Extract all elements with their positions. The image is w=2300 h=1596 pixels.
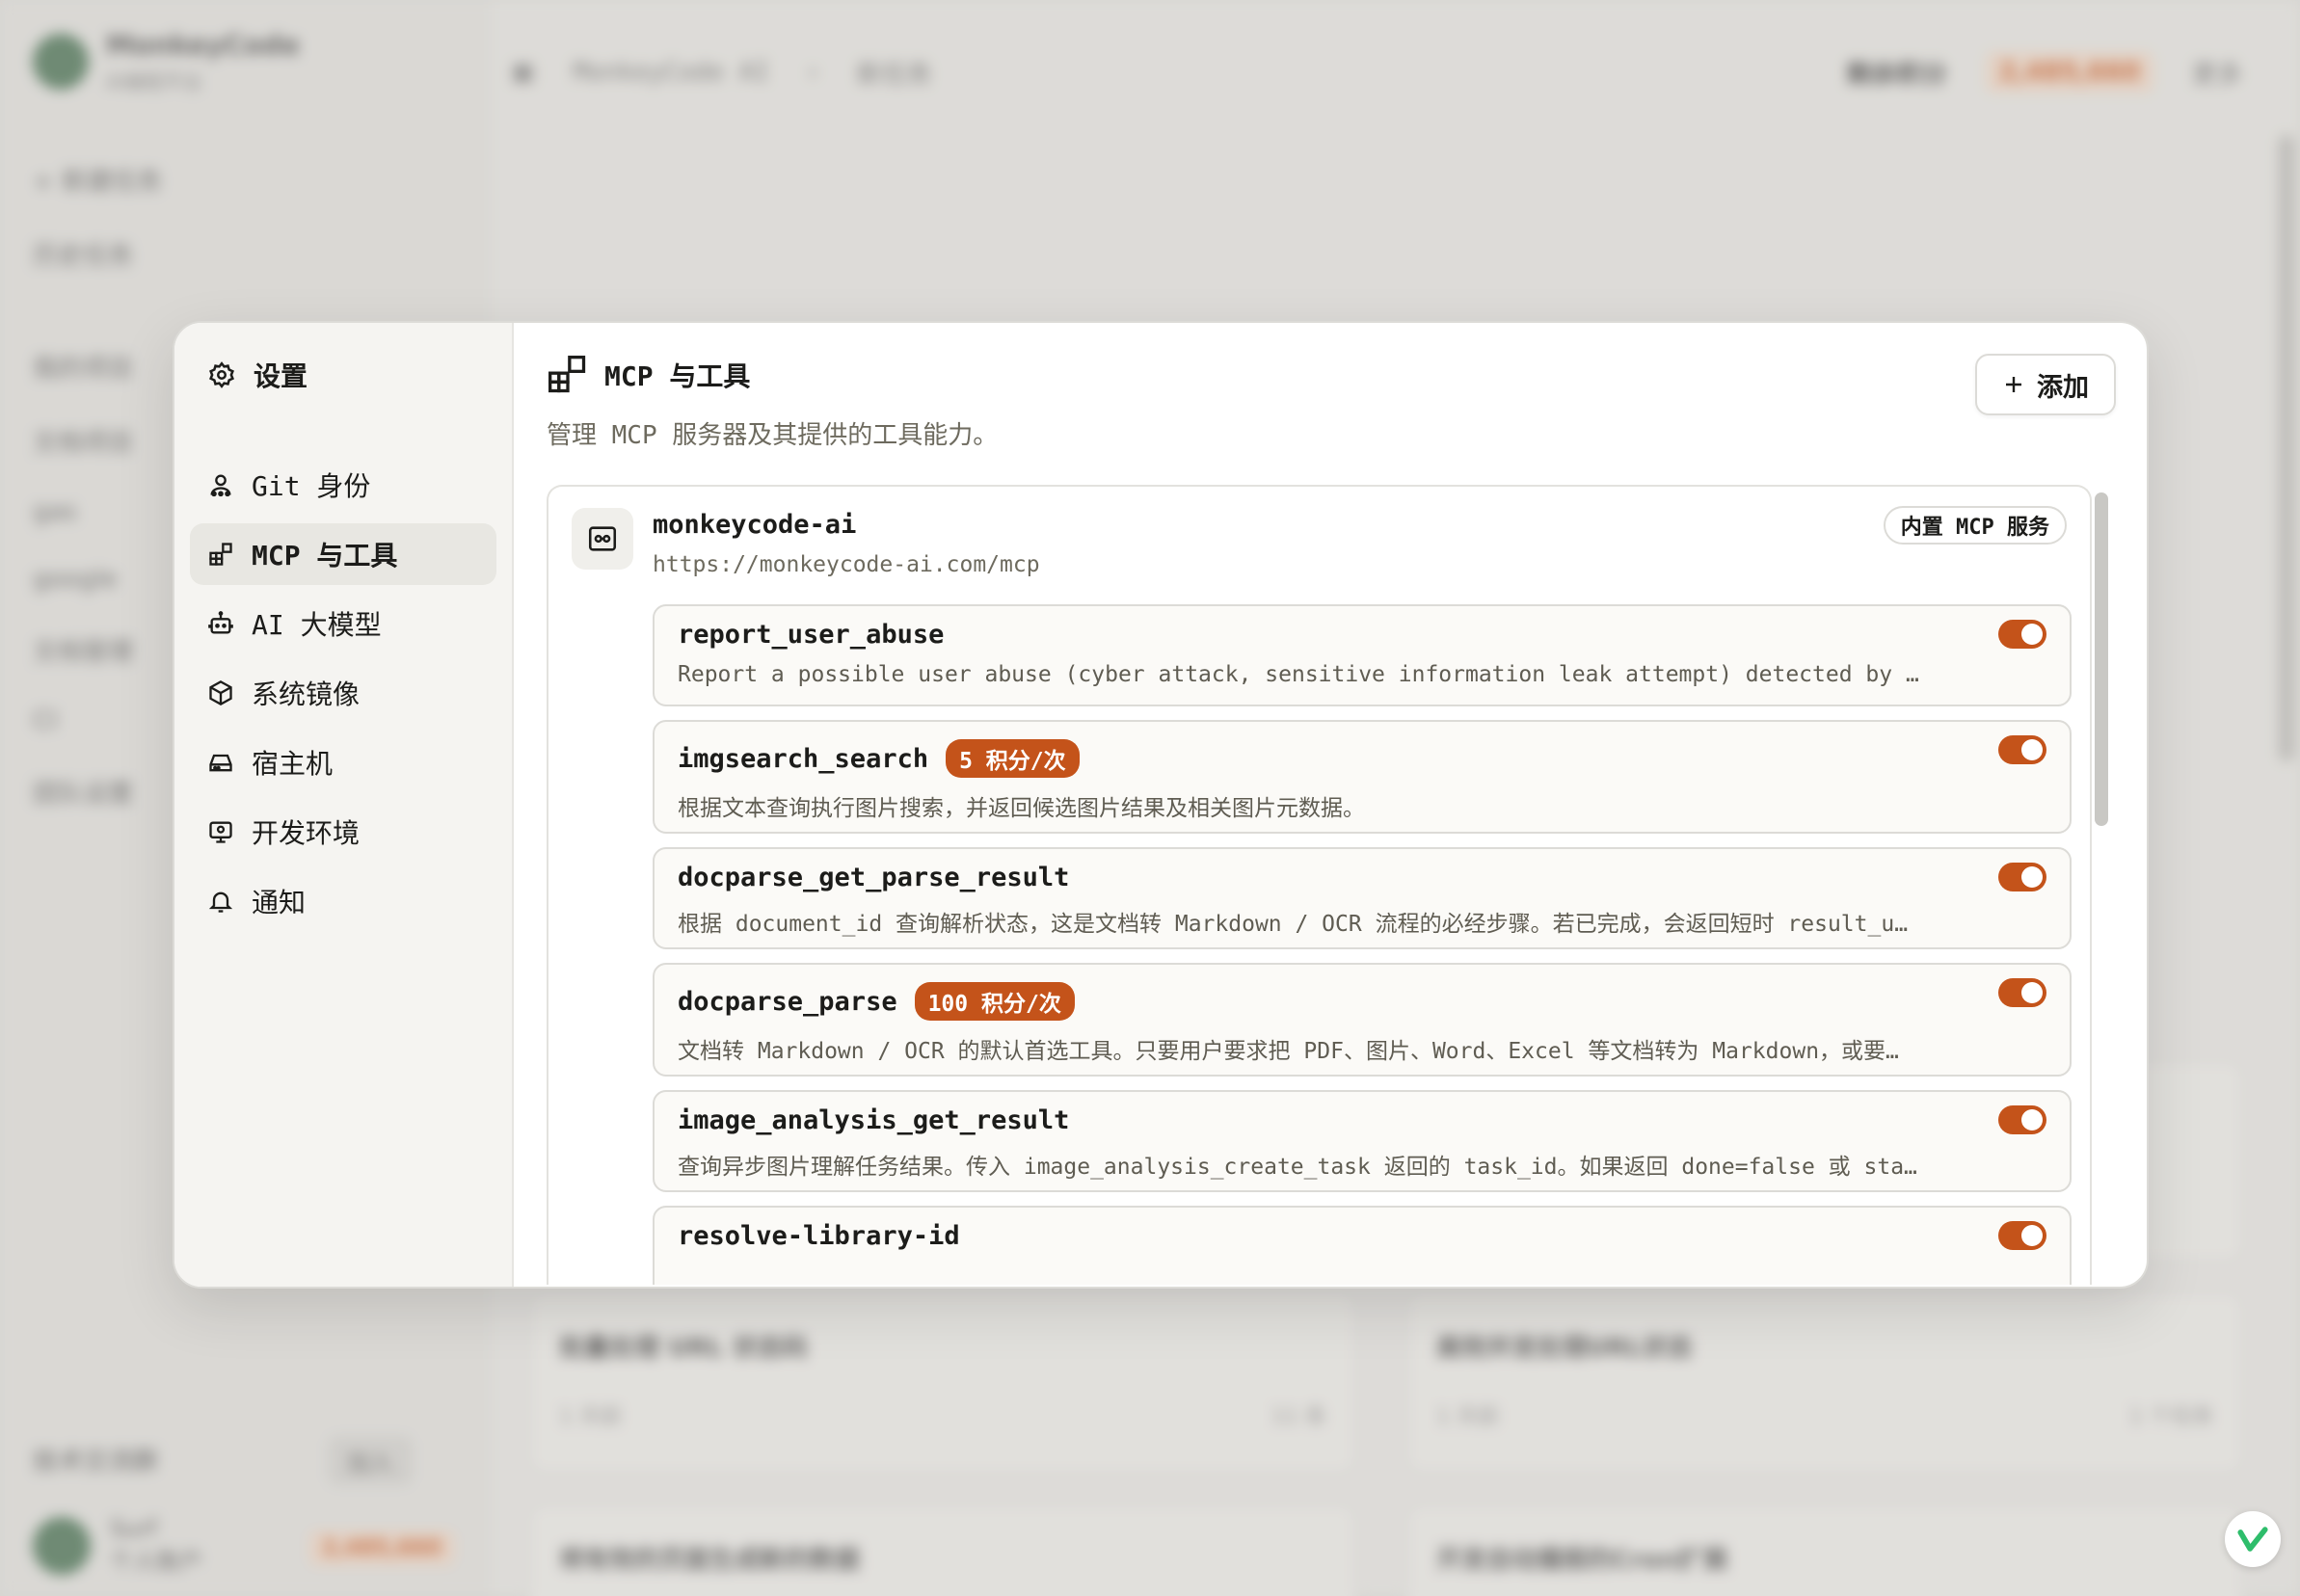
tool-description: 文档转 Markdown / OCR 的默认首选工具。只要用户要求把 PDF、图…	[678, 1039, 1899, 1064]
tool-name-row: resolve-library-id	[678, 1221, 960, 1251]
tool-description: 根据文本查询执行图片搜索，并返回候选图片结果及相关图片元数据。	[678, 796, 1365, 821]
server-name: monkeycode-ai	[653, 510, 857, 540]
tool-row: docparse_get_parse_result 根据 document_id…	[653, 847, 2072, 949]
settings-title-label: 设置	[254, 360, 308, 392]
settings-nav-notifications[interactable]: 通知	[190, 870, 496, 932]
tool-enabled-toggle[interactable]	[1998, 1105, 2046, 1134]
tool-name: resolve-library-id	[678, 1221, 960, 1251]
settings-nav-label: Git 身份	[252, 470, 371, 502]
tool-description: Report a possible user abuse (cyber atta…	[678, 662, 1919, 687]
settings-nav-dev-env[interactable]: 开发环境	[190, 801, 496, 863]
tool-name-row: imgsearch_search 5 积分/次	[678, 739, 1080, 778]
mcp-server-icon	[588, 526, 617, 551]
mcp-server-card: monkeycode-ai https://monkeycode-ai.com/…	[547, 485, 2092, 1285]
settings-nav-ai-models[interactable]: AI 大模型	[190, 593, 496, 654]
mcp-panel-header: MCP 与工具	[547, 354, 750, 396]
plus-icon	[2006, 377, 2021, 392]
robot-icon	[208, 611, 233, 634]
tool-row: docparse_parse 100 积分/次 文档转 Markdown / O…	[653, 963, 2072, 1077]
tool-description: 根据 document_id 查询解析状态，这是文档转 Markdown / O…	[678, 912, 1909, 937]
settings-nav-label: 通知	[252, 887, 307, 918]
tool-name-row: docparse_parse 100 积分/次	[678, 982, 1075, 1021]
tool-name-row: report_user_abuse	[678, 620, 944, 650]
tool-name: imgsearch_search	[678, 743, 929, 774]
tool-enabled-toggle[interactable]	[1998, 620, 2046, 649]
settings-nav: Git 身份 MCP 与工具 AI 大模型 系统镜像 宿主机 开发环境 通知	[190, 454, 496, 932]
settings-nav-label: 系统镜像	[252, 678, 361, 710]
page-subtitle: 管理 MCP 服务器及其提供的工具能力。	[547, 421, 999, 450]
tool-name: docparse_get_parse_result	[678, 863, 1070, 892]
tool-enabled-toggle[interactable]	[1998, 978, 2046, 1007]
tool-enabled-toggle[interactable]	[1998, 863, 2046, 891]
tool-description: 查询异步图片理解任务结果。传入 image_analysis_create_ta…	[678, 1155, 1917, 1180]
server-icon-box	[572, 508, 633, 570]
settings-modal: 设置 Git 身份 MCP 与工具 AI 大模型 系统镜像 宿主机 开发环境 通…	[173, 321, 2149, 1289]
settings-nav-git-identity[interactable]: Git 身份	[190, 454, 496, 516]
gear-icon	[209, 361, 234, 388]
tool-row: image_analysis_get_result 查询异步图片理解任务结果。传…	[653, 1090, 2072, 1192]
tool-name-row: docparse_get_parse_result	[678, 863, 1069, 892]
credit-cost-badge: 100 积分/次	[914, 982, 1075, 1021]
builtin-badge: 内置 MCP 服务	[1883, 506, 2067, 545]
settings-nav-system-images[interactable]: 系统镜像	[190, 662, 496, 724]
add-mcp-button[interactable]: 添加	[1975, 354, 2116, 415]
settings-nav-hosts[interactable]: 宿主机	[190, 732, 496, 793]
tool-name-row: image_analysis_get_result	[678, 1105, 1069, 1135]
server-url: https://monkeycode-ai.com/mcp	[653, 552, 1040, 577]
tool-enabled-toggle[interactable]	[1998, 1221, 2046, 1250]
settings-nav-label: 宿主机	[252, 748, 334, 780]
tool-row: resolve-library-id	[653, 1206, 2072, 1285]
settings-nav-mcp-tools[interactable]: MCP 与工具	[190, 523, 496, 585]
mcp-icon	[548, 356, 586, 393]
scrollbar[interactable]	[2095, 492, 2108, 826]
mcp-panel: MCP 与工具 管理 MCP 服务器及其提供的工具能力。 添加 monkeyco…	[514, 323, 2147, 1287]
git-identity-icon	[210, 474, 231, 497]
tool-name: report_user_abuse	[678, 620, 945, 650]
assistant-launcher-button[interactable]	[2225, 1511, 2281, 1567]
credit-cost-badge: 5 积分/次	[946, 739, 1080, 778]
settings-nav-label: 开发环境	[252, 817, 361, 849]
tool-name: docparse_parse	[678, 986, 897, 1017]
settings-nav-label: MCP 与工具	[252, 540, 398, 572]
page-title: MCP 与工具	[604, 360, 751, 392]
check-logo-icon	[2237, 1527, 2268, 1552]
tool-name: image_analysis_get_result	[678, 1105, 1070, 1135]
bell-icon	[208, 891, 233, 913]
settings-nav-label: AI 大模型	[252, 609, 382, 641]
settings-title: 设置	[207, 356, 308, 394]
tool-row: imgsearch_search 5 积分/次 根据文本查询执行图片搜索，并返回…	[653, 720, 2072, 834]
mcp-icon	[209, 543, 232, 566]
tool-row: report_user_abuse Report a possible user…	[653, 604, 2072, 706]
monitor-icon	[209, 821, 232, 843]
server-icon	[209, 754, 232, 772]
cube-icon	[209, 679, 232, 706]
settings-sidebar: 设置 Git 身份 MCP 与工具 AI 大模型 系统镜像 宿主机 开发环境 通…	[174, 323, 514, 1287]
tool-enabled-toggle[interactable]	[1998, 735, 2046, 764]
add-button-label: 添加	[2037, 372, 2089, 403]
